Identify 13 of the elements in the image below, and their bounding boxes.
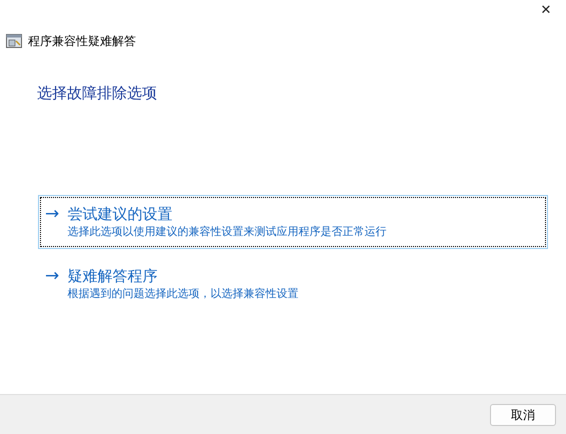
arrow-icon: → xyxy=(45,266,60,302)
app-window-icon xyxy=(6,34,22,48)
page-heading: 选择故障排除选项 xyxy=(37,83,158,104)
option-description: 根据遇到的问题选择此选项，以选择兼容性设置 xyxy=(67,286,298,302)
cancel-button[interactable]: 取消 xyxy=(490,404,556,426)
option-description: 选择此选项以使用建议的兼容性设置来测试应用程序是否正常运行 xyxy=(67,224,386,240)
close-button[interactable]: ✕ xyxy=(526,0,566,22)
option-title: 尝试建议的设置 xyxy=(67,204,174,224)
option-title: 疑难解答程序 xyxy=(67,266,158,286)
troubleshoot-option[interactable]: → 尝试建议的设置 选择此选项以使用建议的兼容性设置来测试应用程序是否正常运行 xyxy=(38,194,548,248)
arrow-icon: → xyxy=(45,204,60,240)
window-title: 程序兼容性疑难解答 xyxy=(28,33,136,50)
troubleshoot-option[interactable]: → 疑难解答程序 根据遇到的问题选择此选项，以选择兼容性设置 xyxy=(38,256,548,310)
